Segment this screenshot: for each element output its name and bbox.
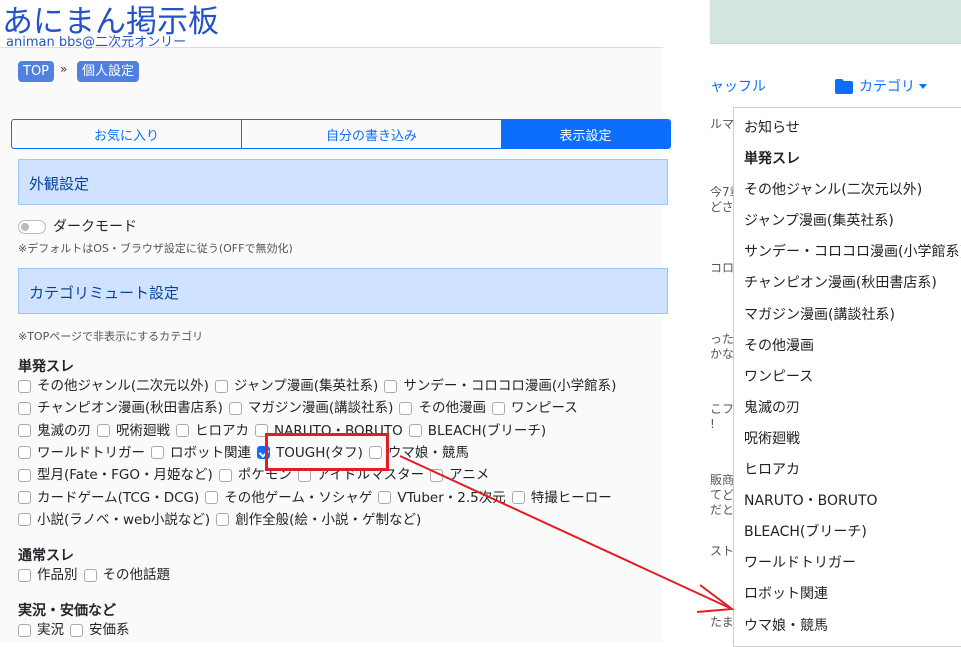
annotation-arrow <box>399 455 735 613</box>
